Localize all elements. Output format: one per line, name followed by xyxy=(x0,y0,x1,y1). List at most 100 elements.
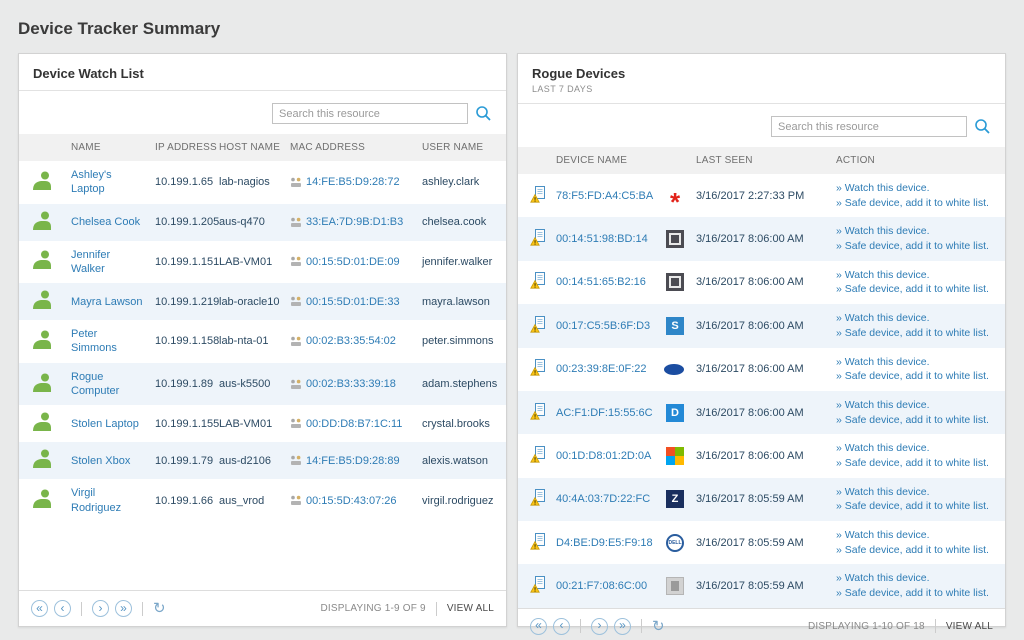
device-icon-cell xyxy=(518,564,550,607)
device-name-link[interactable]: 00:17:C5:5B:6F:D3 xyxy=(556,320,650,332)
rogue-device-warning-icon xyxy=(530,359,545,376)
mac-cell: 33:EA:7D:9B:D1:B3 xyxy=(284,204,416,241)
safe-device-link[interactable]: » Safe device, add it to white list. xyxy=(836,499,999,514)
device-name-link[interactable]: 00:21:F7:08:6C:00 xyxy=(556,580,647,592)
safe-device-link[interactable]: » Safe device, add it to white list. xyxy=(836,239,999,254)
search-input[interactable] xyxy=(272,103,468,124)
mac-address-link[interactable]: 00:DD:D8:B7:1C:11 xyxy=(306,418,402,430)
user-icon-cell xyxy=(19,363,65,406)
host-cell: lab-oracle10 xyxy=(213,283,284,320)
safe-device-link[interactable]: » Safe device, add it to white list. xyxy=(836,456,999,471)
host-cell: lab-nta-01 xyxy=(213,320,284,363)
icon-column-header xyxy=(518,147,550,174)
watch-device-link[interactable]: » Watch this device. xyxy=(836,528,999,543)
watch-device-link[interactable]: » Watch this device. xyxy=(836,398,999,413)
rogue-device-warning-icon xyxy=(530,229,545,246)
device-name-cell: 00:17:C5:5B:6F:D3 xyxy=(550,304,690,347)
device-name-link[interactable]: D4:BE:D9:E5:F9:18 xyxy=(556,537,653,549)
watch-list-table: NAME IP ADDRESS HOST NAME MAC ADDRESS US… xyxy=(19,134,506,522)
view-all-link[interactable]: VIEW ALL xyxy=(946,621,993,632)
mac-address-link[interactable]: 33:EA:7D:9B:D1:B3 xyxy=(306,216,403,228)
table-row: Virgil Rodriguez 10.199.1.66 aus_vrod 00… xyxy=(19,479,506,522)
device-name-link[interactable]: 00:1D:D8:01:2D:0A xyxy=(556,450,651,462)
first-page-button[interactable]: « xyxy=(530,617,547,635)
device-name-link[interactable]: Rogue Computer xyxy=(71,370,143,399)
mac-address-link[interactable]: 00:15:5D:01:DE:33 xyxy=(306,296,400,308)
device-name-link[interactable]: Peter Simmons xyxy=(71,327,143,356)
device-name-link[interactable]: Ashley's Laptop xyxy=(71,168,143,197)
table-row: 00:14:51:65:B2:16 3/16/2017 8:06:00 AM »… xyxy=(518,261,1005,304)
name-cell: Rogue Computer xyxy=(65,363,149,406)
user-name: ashley.clark xyxy=(422,176,480,189)
watch-device-link[interactable]: » Watch this device. xyxy=(836,571,999,586)
device-name-link[interactable]: Virgil Rodriguez xyxy=(71,486,143,515)
watch-device-link[interactable]: » Watch this device. xyxy=(836,311,999,326)
device-icon-cell xyxy=(518,174,550,217)
last-seen-cell: 3/16/2017 8:06:00 AM xyxy=(690,434,830,477)
action-cell: » Watch this device. » Safe device, add … xyxy=(830,434,1005,477)
ip-cell: 10.199.1.65 xyxy=(149,161,213,204)
device-name-link[interactable]: Jennifer Walker xyxy=(71,248,143,277)
last-seen: 3/16/2017 8:06:00 AM xyxy=(696,449,804,462)
name-column-header: NAME xyxy=(65,134,149,161)
ip-cell: 10.199.1.219 xyxy=(149,283,219,320)
port-icon xyxy=(291,336,301,346)
device-name-link[interactable]: 00:23:39:8E:0F:22 xyxy=(556,363,647,375)
mac-address-link[interactable]: 00:02:B3:35:54:02 xyxy=(306,335,396,347)
table-row: Peter Simmons 10.199.1.158 lab-nta-01 00… xyxy=(19,320,506,363)
next-page-button[interactable]: › xyxy=(591,617,608,635)
prev-page-button[interactable]: ‹ xyxy=(553,617,570,635)
device-name-link[interactable]: Mayra Lawson xyxy=(71,295,143,309)
device-name-link[interactable]: 00:14:51:98:BD:14 xyxy=(556,233,648,245)
safe-device-link[interactable]: » Safe device, add it to white list. xyxy=(836,326,999,341)
device-name-cell: 78:F5:FD:A4:C5:BA xyxy=(550,174,690,217)
next-page-button[interactable]: › xyxy=(92,600,109,617)
watch-device-link[interactable]: » Watch this device. xyxy=(836,224,999,239)
device-name-cell: 00:14:51:65:B2:16 xyxy=(550,261,690,304)
host-name: aus-d2106 xyxy=(219,454,271,467)
table-row: 00:1D:D8:01:2D:0A 3/16/2017 8:06:00 AM »… xyxy=(518,434,1005,477)
action-cell: » Watch this device. » Safe device, add … xyxy=(830,521,1005,564)
safe-device-link[interactable]: » Safe device, add it to white list. xyxy=(836,543,999,558)
last-page-button[interactable]: » xyxy=(115,600,132,617)
watch-device-link[interactable]: » Watch this device. xyxy=(836,268,999,283)
mac-address-link[interactable]: 14:FE:B5:D9:28:89 xyxy=(306,455,400,467)
search-input[interactable] xyxy=(771,116,967,137)
host-name: lab-nagios xyxy=(219,176,270,189)
device-icon-cell xyxy=(518,478,550,521)
search-icon[interactable] xyxy=(475,105,492,122)
device-name-link[interactable]: AC:F1:DF:15:55:6C xyxy=(556,407,653,419)
z-vendor-logo xyxy=(666,490,684,509)
mac-address-link[interactable]: 14:FE:B5:D9:28:72 xyxy=(306,176,400,188)
safe-device-link[interactable]: » Safe device, add it to white list. xyxy=(836,369,999,384)
mac-address-link[interactable]: 00:02:B3:33:39:18 xyxy=(306,378,396,390)
first-page-button[interactable]: « xyxy=(31,600,48,617)
device-name-link[interactable]: Stolen Xbox xyxy=(71,454,130,468)
refresh-icon[interactable]: ↻ xyxy=(153,601,166,616)
user-name: crystal.brooks xyxy=(422,417,490,430)
device-name-link[interactable]: 40:4A:03:7D:22:FC xyxy=(556,493,650,505)
mac-address-link[interactable]: 00:15:5D:43:07:26 xyxy=(306,495,397,507)
safe-device-link[interactable]: » Safe device, add it to white list. xyxy=(836,196,999,211)
watch-device-link[interactable]: » Watch this device. xyxy=(836,441,999,456)
device-name-link[interactable]: Chelsea Cook xyxy=(71,215,140,229)
device-name-link[interactable]: Stolen Laptop xyxy=(71,417,139,431)
device-icon-cell xyxy=(518,261,550,304)
last-page-button[interactable]: » xyxy=(614,617,631,635)
device-name-link[interactable]: 78:F5:FD:A4:C5:BA xyxy=(556,190,653,202)
view-all-link[interactable]: VIEW ALL xyxy=(447,603,494,614)
safe-device-link[interactable]: » Safe device, add it to white list. xyxy=(836,413,999,428)
watch-device-link[interactable]: » Watch this device. xyxy=(836,181,999,196)
safe-device-link[interactable]: » Safe device, add it to white list. xyxy=(836,586,999,601)
watch-device-link[interactable]: » Watch this device. xyxy=(836,485,999,500)
host-name: lab-oracle10 xyxy=(219,295,280,308)
device-name-link[interactable]: 00:14:51:65:B2:16 xyxy=(556,276,646,288)
safe-device-link[interactable]: » Safe device, add it to white list. xyxy=(836,282,999,297)
table-row: Jennifer Walker 10.199.1.151 LAB-VM01 00… xyxy=(19,241,506,284)
device-icon-cell xyxy=(518,304,550,347)
mac-address-link[interactable]: 00:15:5D:01:DE:09 xyxy=(306,256,400,268)
prev-page-button[interactable]: ‹ xyxy=(54,600,71,617)
search-icon[interactable] xyxy=(974,118,991,135)
refresh-icon[interactable]: ↻ xyxy=(652,618,665,634)
watch-device-link[interactable]: » Watch this device. xyxy=(836,355,999,370)
